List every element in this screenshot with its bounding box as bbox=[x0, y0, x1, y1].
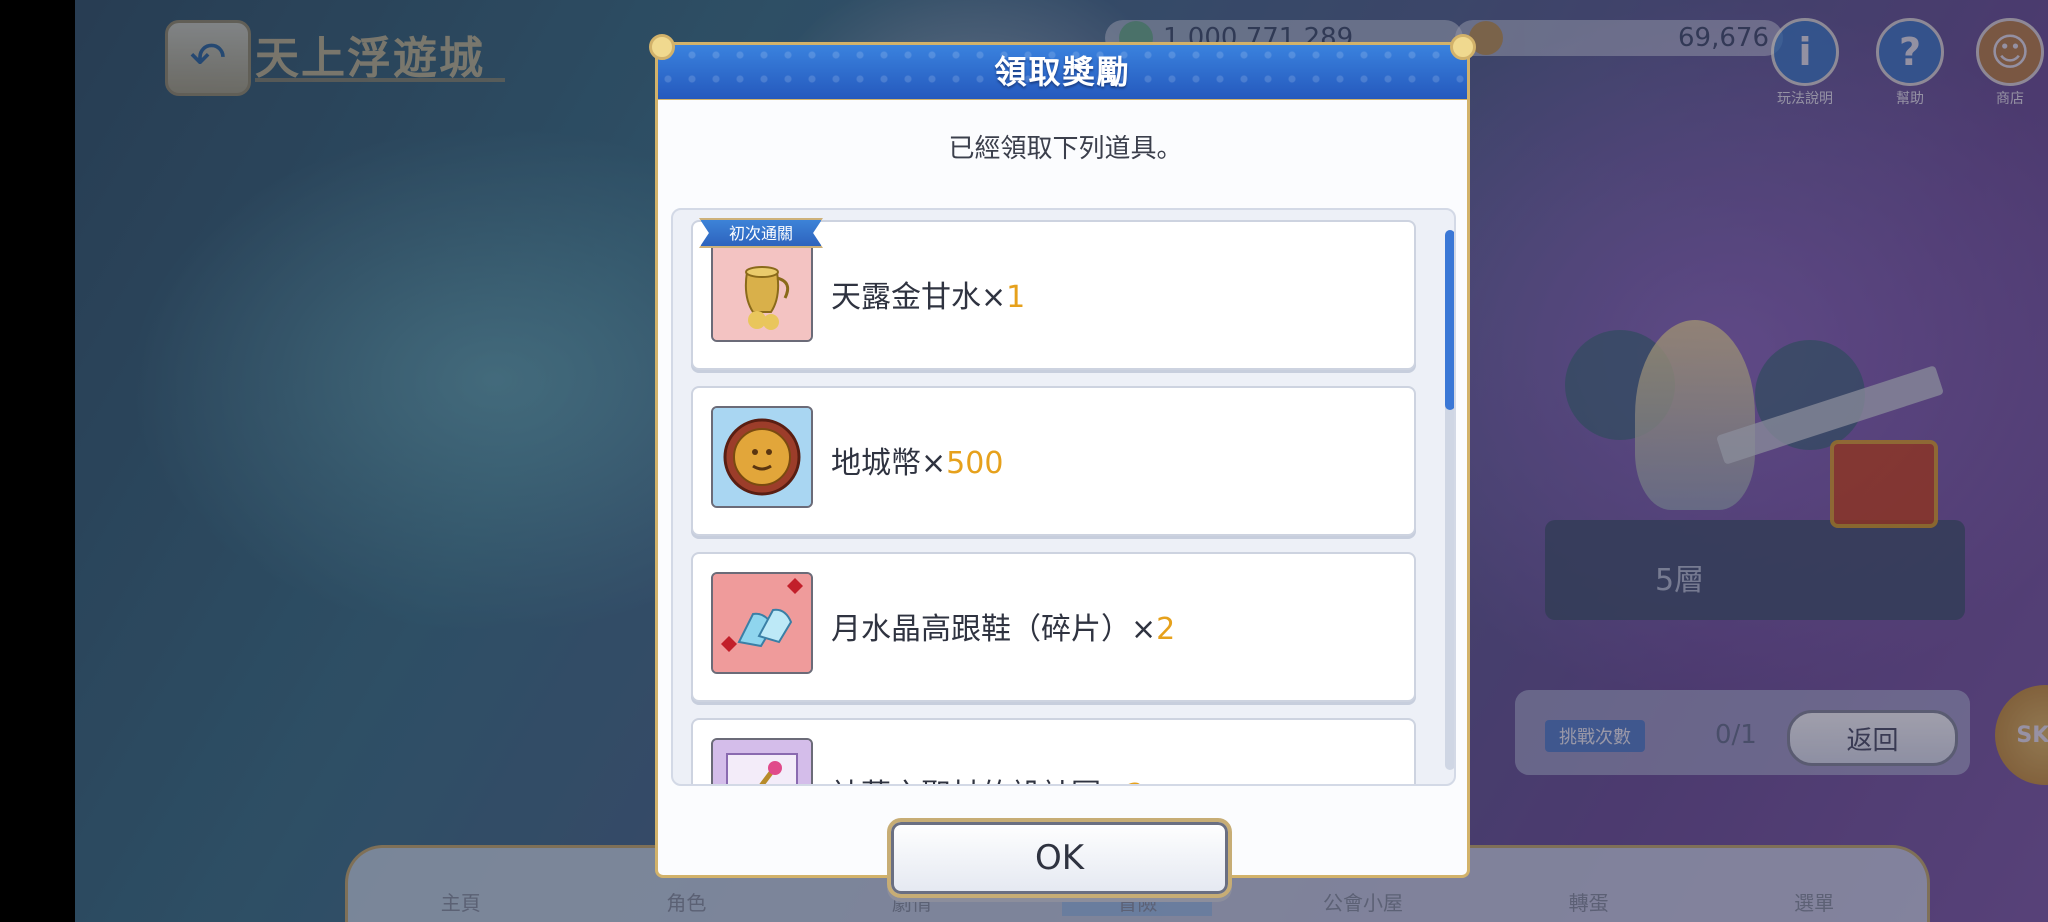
dialog-title: 領取獎勵 bbox=[994, 53, 1131, 91]
nectar-icon[interactable] bbox=[711, 240, 813, 342]
blueprint-icon[interactable] bbox=[711, 738, 813, 784]
reward-quantity: 1 bbox=[1006, 280, 1026, 315]
dungeon-coin-icon[interactable] bbox=[711, 406, 813, 508]
reward-item-text: 月水晶高跟鞋（碎片）×2 bbox=[831, 612, 1176, 647]
reward-quantity: 2 bbox=[1156, 612, 1176, 647]
crystal-heels-icon[interactable] bbox=[711, 572, 813, 674]
reward-item: 神蕾之聖杖的設計圖×2 bbox=[691, 718, 1416, 784]
reward-list[interactable]: 初次通關 天露金甘水×1 地城幣×500 月水晶高跟鞋（碎片）×2 bbox=[671, 208, 1456, 786]
reward-item: 月水晶高跟鞋（碎片）×2 bbox=[691, 552, 1416, 702]
reward-quantity: 500 bbox=[946, 446, 1004, 481]
reward-item-text: 天露金甘水×1 bbox=[831, 280, 1026, 315]
dialog-body: 已經領取下列道具。 初次通關 天露金甘水×1 地城幣×500 月水晶高跟鞋（碎片… bbox=[655, 100, 1470, 898]
reward-quantity: 2 bbox=[1126, 778, 1145, 784]
reward-dialog: 領取獎勵 已經領取下列道具。 初次通關 天露金甘水×1 地城幣×500 月水晶高… bbox=[649, 34, 1476, 898]
reward-item-text: 神蕾之聖杖的設計圖×2 bbox=[831, 770, 1145, 784]
reward-item: 地城幣×500 bbox=[691, 386, 1416, 536]
scrollbar-thumb[interactable] bbox=[1445, 230, 1454, 410]
reward-item: 初次通關 天露金甘水×1 bbox=[691, 218, 1416, 370]
first-clear-badge: 初次通關 bbox=[699, 218, 823, 248]
dialog-subtitle: 已經領取下列道具。 bbox=[948, 134, 1183, 164]
reward-item-text: 地城幣×500 bbox=[831, 446, 1004, 481]
ok-button[interactable]: OK bbox=[887, 818, 1232, 898]
reward-list-viewport: 初次通關 天露金甘水×1 地城幣×500 月水晶高跟鞋（碎片）×2 bbox=[673, 210, 1454, 784]
